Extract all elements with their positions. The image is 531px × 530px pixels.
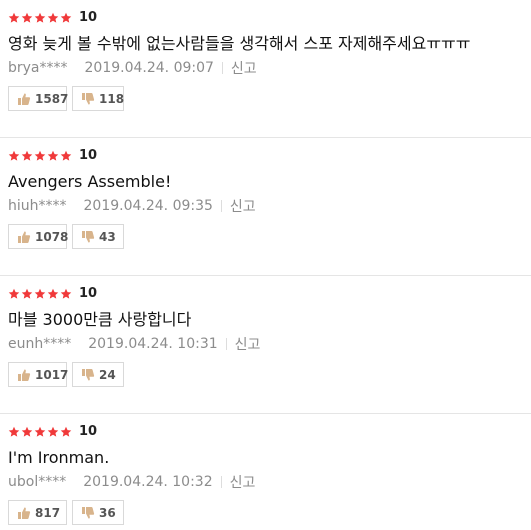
meta-divider	[221, 62, 223, 74]
star-icon	[60, 150, 72, 161]
like-button[interactable]: 1078	[8, 224, 69, 249]
dislike-count: 43	[99, 229, 116, 244]
review-item: 10 마블 3000만큼 사랑합니다 eunh**** 2019.04.24. …	[0, 276, 531, 414]
star-icon	[47, 12, 59, 23]
star-rating	[8, 426, 72, 438]
report-link[interactable]: 신고	[230, 472, 256, 492]
dislike-button[interactable]: 43	[72, 224, 124, 249]
report-link[interactable]: 신고	[235, 334, 261, 354]
rating: 10	[8, 286, 97, 302]
review-item: 10 Avengers Assemble! hiuh**** 2019.04.2…	[0, 138, 531, 276]
star-icon	[34, 288, 46, 299]
dislike-button[interactable]: 118	[72, 86, 124, 111]
review-text: 영화 늦게 볼 수밖에 없는사람들을 생각해서 스포 자제해주세요ㅠㅠㅠ	[8, 34, 471, 53]
review-date: 2019.04.24. 09:07	[84, 60, 214, 76]
vote-buttons: 1587 118	[8, 86, 124, 111]
vote-buttons: 817 36	[8, 500, 124, 525]
rating-score: 10	[79, 424, 98, 439]
like-button[interactable]: 1017	[8, 362, 69, 387]
rating: 10	[8, 424, 97, 440]
star-icon	[8, 426, 20, 437]
author-id: ubol****	[8, 474, 67, 490]
thumbs-up-icon	[18, 506, 31, 519]
star-icon	[21, 150, 33, 161]
report-link[interactable]: 신고	[231, 58, 257, 78]
author-id: brya****	[8, 60, 68, 76]
star-icon	[60, 12, 72, 23]
dislike-count: 118	[99, 91, 125, 106]
star-icon	[21, 288, 33, 299]
like-button[interactable]: 817	[8, 500, 67, 525]
star-icon	[8, 150, 20, 161]
author-id: hiuh****	[8, 198, 67, 214]
star-icon	[21, 426, 33, 437]
dislike-count: 24	[99, 367, 116, 382]
star-icon	[47, 150, 59, 161]
review-meta: hiuh**** 2019.04.24. 09:35 신고	[8, 197, 256, 215]
meta-divider	[220, 200, 222, 212]
rating-score: 10	[79, 10, 98, 25]
review-meta: ubol**** 2019.04.24. 10:32 신고	[8, 473, 255, 491]
review-date: 2019.04.24. 10:32	[83, 474, 213, 490]
like-count: 1587	[35, 91, 69, 106]
review-list: 10 영화 늦게 볼 수밖에 없는사람들을 생각해서 스포 자제해주세요ㅠㅠㅠ …	[0, 0, 531, 530]
star-icon	[34, 426, 46, 437]
like-count: 817	[35, 505, 61, 520]
star-icon	[60, 426, 72, 437]
review-date: 2019.04.24. 10:31	[88, 336, 218, 352]
meta-divider	[225, 338, 227, 350]
rating: 10	[8, 148, 97, 164]
rating-score: 10	[79, 148, 98, 163]
dislike-button[interactable]: 36	[72, 500, 124, 525]
review-meta: brya**** 2019.04.24. 09:07 신고	[8, 59, 257, 77]
vote-buttons: 1078 43	[8, 224, 124, 249]
thumbs-down-icon	[82, 368, 95, 381]
rating-score: 10	[79, 286, 98, 301]
like-button[interactable]: 1587	[8, 86, 69, 111]
review-item: 10 영화 늦게 볼 수밖에 없는사람들을 생각해서 스포 자제해주세요ㅠㅠㅠ …	[0, 0, 531, 138]
dislike-button[interactable]: 24	[72, 362, 124, 387]
star-icon	[21, 12, 33, 23]
review-item: 10 I'm Ironman. ubol**** 2019.04.24. 10:…	[0, 414, 531, 530]
review-meta: eunh**** 2019.04.24. 10:31 신고	[8, 335, 260, 353]
like-count: 1078	[35, 229, 69, 244]
rating: 10	[8, 10, 97, 26]
star-icon	[47, 426, 59, 437]
star-icon	[47, 288, 59, 299]
thumbs-down-icon	[82, 92, 95, 105]
thumbs-up-icon	[18, 368, 31, 381]
like-count: 1017	[35, 367, 69, 382]
star-icon	[34, 150, 46, 161]
star-rating	[8, 150, 72, 162]
review-date: 2019.04.24. 09:35	[83, 198, 213, 214]
thumbs-up-icon	[18, 230, 31, 243]
thumbs-up-icon	[18, 92, 31, 105]
star-rating	[8, 288, 72, 300]
vote-buttons: 1017 24	[8, 362, 124, 387]
star-icon	[8, 288, 20, 299]
star-icon	[34, 12, 46, 23]
meta-divider	[220, 476, 222, 488]
star-icon	[60, 288, 72, 299]
author-id: eunh****	[8, 336, 72, 352]
review-text: 마블 3000만큼 사랑합니다	[8, 310, 192, 329]
report-link[interactable]: 신고	[230, 196, 256, 216]
star-icon	[8, 12, 20, 23]
star-rating	[8, 12, 72, 24]
review-text: I'm Ironman.	[8, 448, 110, 467]
review-text: Avengers Assemble!	[8, 172, 172, 191]
thumbs-down-icon	[82, 506, 95, 519]
dislike-count: 36	[99, 505, 116, 520]
thumbs-down-icon	[82, 230, 95, 243]
